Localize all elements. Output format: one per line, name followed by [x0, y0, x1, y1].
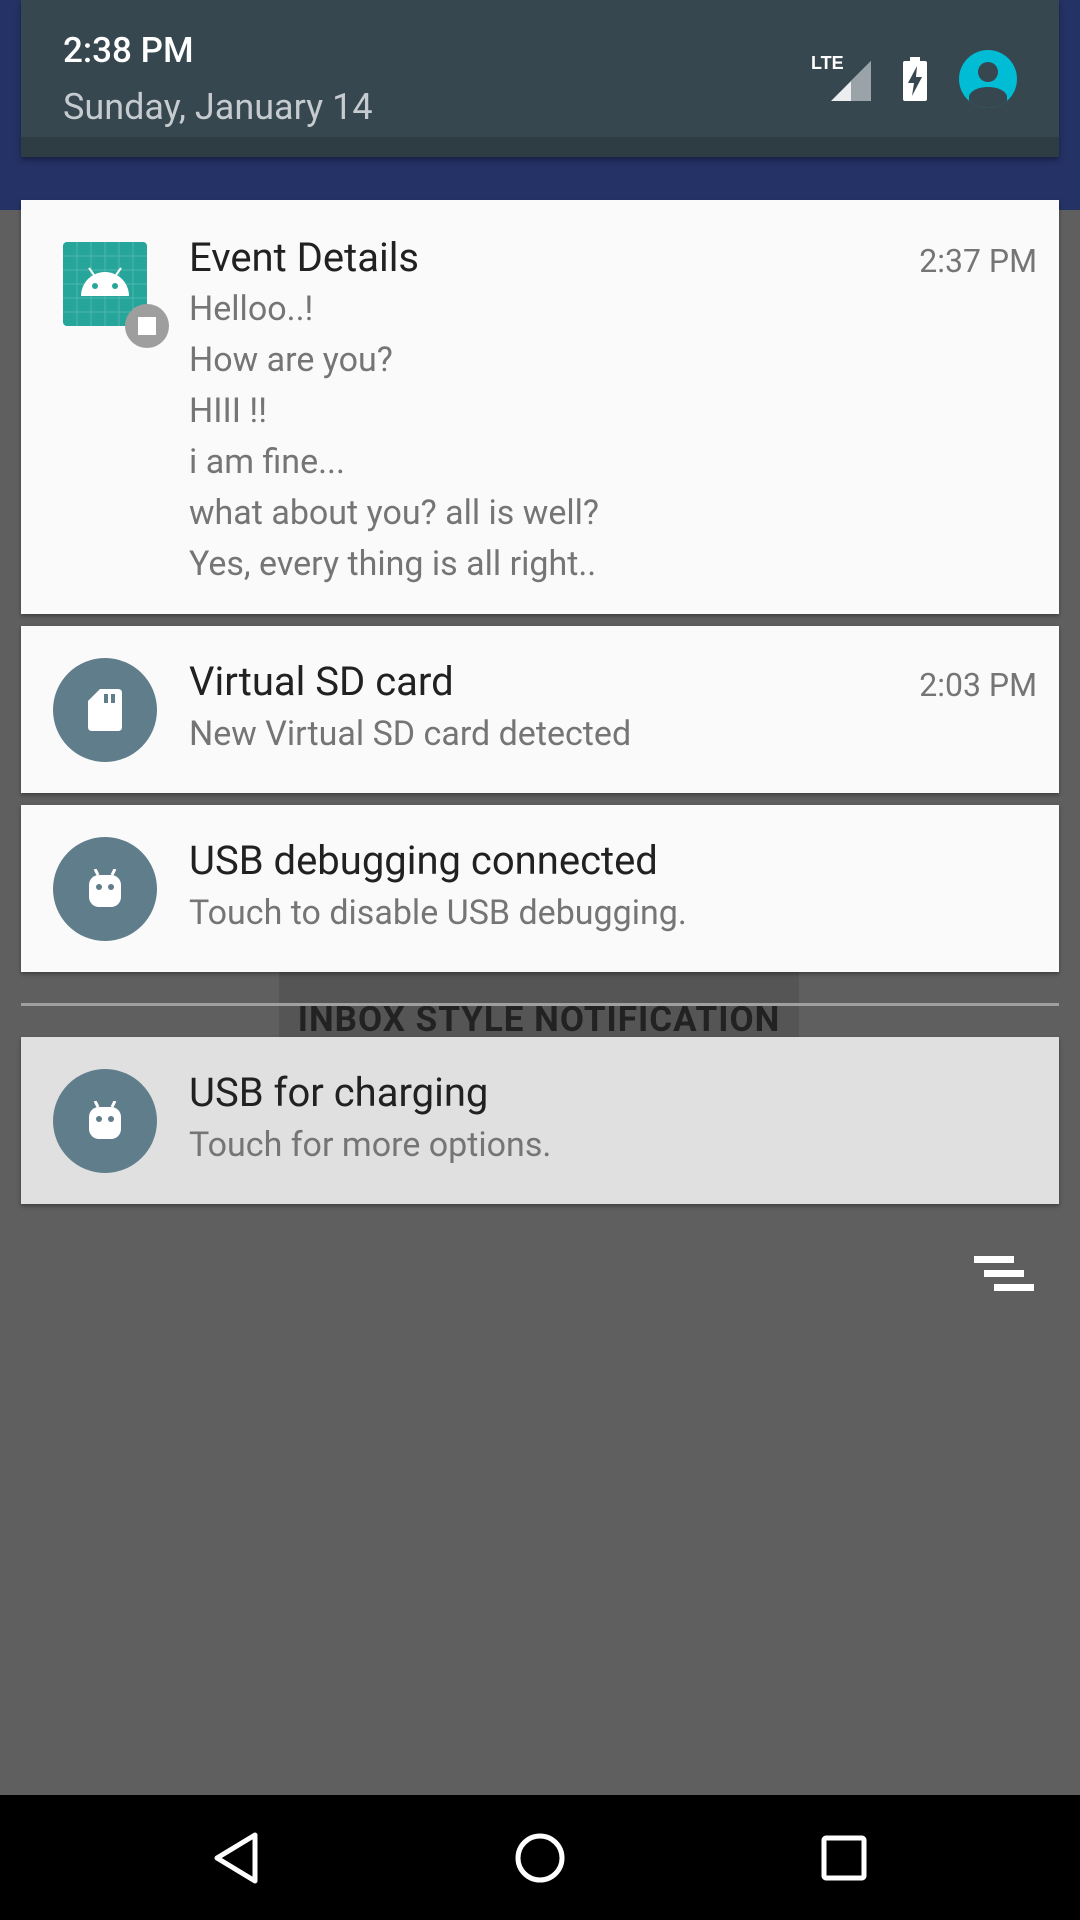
notification-time: 2:03 PM: [919, 666, 1037, 704]
user-avatar-icon[interactable]: [959, 50, 1017, 108]
sd-card-icon: [53, 658, 157, 762]
header-status-icons: LTE: [811, 48, 1017, 110]
notification-virtual-sd-card[interactable]: Virtual SD card 2:03 PM New Virtual SD c…: [21, 626, 1059, 793]
notification-title: USB for charging: [189, 1069, 489, 1116]
home-icon[interactable]: [480, 1795, 600, 1920]
inbox-line: Yes, every thing is all right..: [189, 544, 597, 584]
inbox-line: what about you? all is well?: [189, 493, 599, 533]
inbox-line: Helloo..!: [189, 289, 314, 329]
notification-text: Touch for more options.: [189, 1125, 552, 1165]
android-debug-icon: [53, 837, 157, 941]
notification-title: USB debugging connected: [189, 837, 658, 884]
notification-usb-charging[interactable]: USB for charging Touch for more options.: [21, 1037, 1059, 1204]
android-usb-icon: [53, 1069, 157, 1173]
clear-all-icon[interactable]: [968, 1252, 1038, 1306]
inbox-line: How are you?: [189, 340, 393, 380]
notification-usb-debugging[interactable]: USB debugging connected Touch to disable…: [21, 805, 1059, 972]
notification-text: New Virtual SD card detected: [189, 714, 632, 754]
recents-icon[interactable]: [784, 1795, 904, 1920]
notification-text: Touch to disable USB debugging.: [189, 893, 687, 933]
navigation-bar: [0, 1795, 1080, 1920]
notification-time: 2:37 PM: [919, 242, 1037, 280]
notification-title: Event Details: [189, 234, 420, 281]
notification-event-details[interactable]: Event Details 2:37 PM Helloo..! How are …: [21, 200, 1059, 614]
inbox-line: i am fine...: [189, 442, 345, 482]
header-bottom-strip: [21, 137, 1059, 157]
inbox-line: HIII !!: [189, 391, 267, 431]
back-icon[interactable]: [176, 1795, 296, 1920]
divider: [21, 1003, 1059, 1006]
notification-title: Virtual SD card: [189, 658, 454, 705]
header-time: 2:38 PM: [63, 30, 194, 71]
header-date[interactable]: Sunday, January 14: [63, 86, 373, 128]
lte-label: LTE: [811, 53, 844, 73]
stop-badge-icon: [125, 304, 169, 348]
lte-signal-icon: LTE: [811, 53, 871, 101]
notification-shade-header: 2:38 PM Sunday, January 14 LTE: [21, 0, 1059, 157]
battery-charging-icon: [901, 57, 929, 101]
